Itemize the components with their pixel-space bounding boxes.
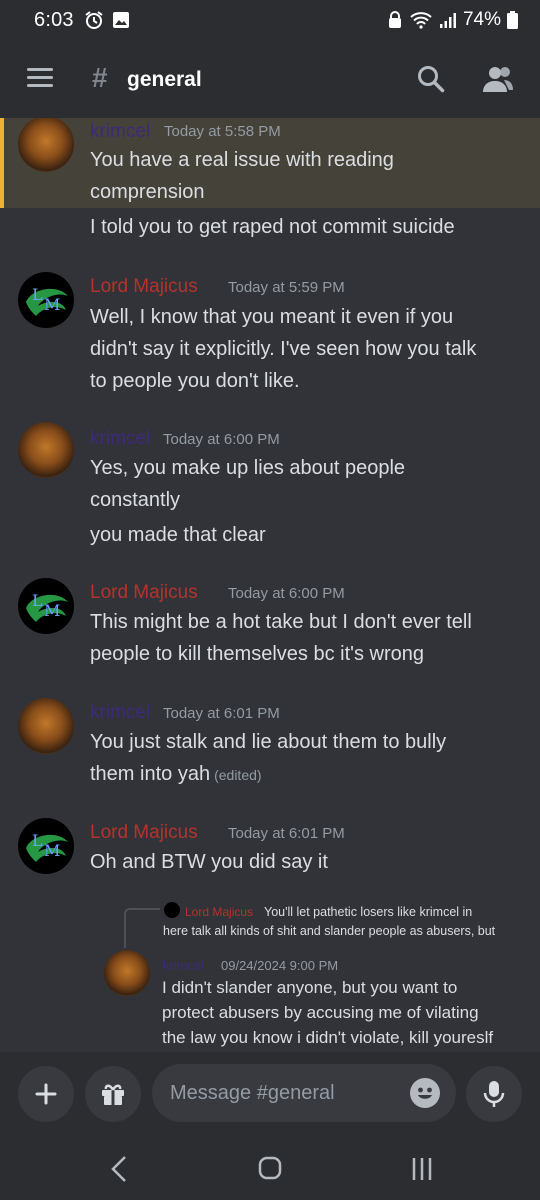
message-input-wrapper <box>152 1064 456 1122</box>
members-icon[interactable] <box>482 64 514 94</box>
reply-spine <box>124 908 160 948</box>
message-item[interactable]: I told you to get raped not commit suici… <box>0 210 540 246</box>
message-text: Oh and BTW you did say it <box>90 851 328 873</box>
message-text: didn't say it explicitly. I've seen how … <box>90 338 477 360</box>
svg-text:M: M <box>44 295 60 314</box>
clock: 6:03 <box>34 8 74 31</box>
message-author[interactable]: Lord Majicus <box>90 582 198 604</box>
battery-icon <box>507 11 518 29</box>
recents-icon[interactable] <box>402 1152 442 1186</box>
message-text: you made that clear <box>90 524 266 546</box>
hamburger-icon[interactable] <box>27 68 53 88</box>
battery-percent: 74% <box>462 9 501 30</box>
avatar[interactable] <box>18 422 74 478</box>
back-icon[interactable] <box>100 1152 140 1186</box>
vpn-lock-icon <box>388 11 401 28</box>
message-author[interactable]: Lord Majicus <box>90 276 198 298</box>
gift-button[interactable] <box>85 1066 141 1122</box>
avatar[interactable]: LM <box>18 578 74 634</box>
message-timestamp: Today at 5:59 PM <box>228 279 345 296</box>
svg-text:M: M <box>44 601 60 620</box>
avatar[interactable] <box>18 698 74 754</box>
embed-text: the law you know i didn't violate, kill … <box>162 1028 494 1047</box>
channel-hash-icon: # <box>92 62 108 93</box>
reply-text[interactable]: here talk all kinds of shit and slander … <box>163 924 495 938</box>
message-item[interactable]: krimcel Today at 6:01 PM You just stalk … <box>0 694 540 794</box>
message-text: comprension <box>90 181 205 203</box>
message-author[interactable]: Lord Majicus <box>90 822 198 844</box>
message-text: Well, I know that you meant it even if y… <box>90 306 454 328</box>
signal-icon <box>439 13 456 28</box>
plus-icon <box>35 1083 57 1105</box>
message-author[interactable]: krimcel <box>90 702 150 724</box>
message-list[interactable]: krimcel Today at 5:58 PM You have a real… <box>0 118 540 1052</box>
message-item[interactable]: LM Lord Majicus Today at 6:01 PM Oh and … <box>0 814 540 884</box>
svg-text:M: M <box>44 841 60 860</box>
svg-text:L: L <box>32 285 43 304</box>
message-text: to people you don't like. <box>90 370 300 392</box>
gift-icon <box>102 1084 124 1105</box>
message-timestamp: Today at 6:01 PM <box>228 825 345 842</box>
status-bar: 6:03 74% <box>0 0 540 40</box>
channel-title[interactable]: general <box>127 68 202 92</box>
avatar[interactable] <box>18 118 74 172</box>
reply-text[interactable]: You'll let pathetic losers like krimcel … <box>264 905 472 919</box>
reply-avatar[interactable] <box>164 902 180 918</box>
avatar[interactable]: LM <box>18 818 74 874</box>
home-icon[interactable] <box>250 1152 290 1186</box>
embed-text: protect abusers by accusing me of vilati… <box>162 1003 479 1022</box>
search-icon[interactable] <box>416 64 446 94</box>
svg-text:L: L <box>32 591 43 610</box>
message-item[interactable]: krimcel Today at 6:00 PM Yes, you make u… <box>0 418 540 548</box>
message-timestamp: Today at 6:00 PM <box>163 431 280 448</box>
reply-author[interactable]: Lord Majicus <box>185 905 253 919</box>
system-nav-bar <box>0 1136 540 1200</box>
avatar[interactable]: LM <box>18 272 74 328</box>
emoji-icon[interactable] <box>410 1078 440 1108</box>
wifi-icon <box>410 12 432 29</box>
message-text: This might be a hot take but I don't eve… <box>90 611 472 633</box>
voice-button[interactable] <box>466 1066 522 1122</box>
message-text: people to kill themselves bc it's wrong <box>90 643 424 665</box>
svg-text:L: L <box>32 831 43 850</box>
message-timestamp: Today at 6:01 PM <box>163 705 280 722</box>
message-text: You have a real issue with reading <box>90 149 394 171</box>
message-text: You just stalk and lie about them to bul… <box>90 731 447 753</box>
composer-bar <box>0 1052 540 1136</box>
embed-author[interactable]: krimcel <box>163 958 204 973</box>
message-text: I told you to get raped not commit suici… <box>90 216 455 238</box>
message-item[interactable]: LM Lord Majicus Today at 6:00 PM This mi… <box>0 574 540 674</box>
channel-header: # general <box>0 40 540 118</box>
message-item[interactable]: LM Lord Majicus Today at 5:59 PM Well, I… <box>0 266 540 396</box>
message-text: constantly <box>90 489 181 511</box>
plus-button[interactable] <box>18 1066 74 1122</box>
microphone-icon <box>483 1081 505 1107</box>
message-input[interactable] <box>170 1064 400 1122</box>
edited-label: (edited) <box>214 767 262 783</box>
message-timestamp: Today at 6:00 PM <box>228 585 345 602</box>
gallery-icon <box>112 12 129 28</box>
message-text: Yes, you make up lies about people <box>90 457 406 479</box>
message-timestamp: Today at 5:58 PM <box>164 123 281 140</box>
embed-text: I didn't slander anyone, but you want to <box>162 978 458 997</box>
message-text: them into yah (edited) <box>90 763 262 785</box>
embed-timestamp: 09/24/2024 9:00 PM <box>221 958 339 973</box>
avatar[interactable] <box>104 950 150 996</box>
message-item[interactable]: krimcel Today at 5:58 PM You have a real… <box>0 118 540 208</box>
alarm-icon <box>85 11 103 29</box>
message-author[interactable]: krimcel <box>90 121 150 143</box>
message-author[interactable]: krimcel <box>90 428 150 450</box>
